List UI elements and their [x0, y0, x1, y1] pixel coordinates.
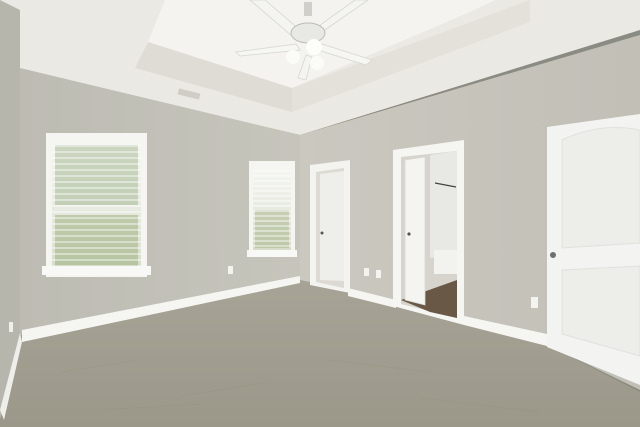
- window-left: [42, 133, 151, 277]
- bathroom-doorway: [393, 140, 464, 325]
- window-middle: [247, 161, 297, 257]
- closet-doorway: [310, 160, 350, 293]
- room-illustration: [0, 0, 640, 427]
- outlet-left-side-wall: [9, 322, 13, 332]
- outlet-left-wall: [228, 266, 233, 274]
- outlet-right-wall-2: [376, 270, 381, 278]
- outlet-right-wall-1: [364, 268, 369, 276]
- outlet-right-wall-3: [531, 297, 538, 308]
- right-door: [547, 114, 640, 385]
- room-photo: [0, 0, 640, 427]
